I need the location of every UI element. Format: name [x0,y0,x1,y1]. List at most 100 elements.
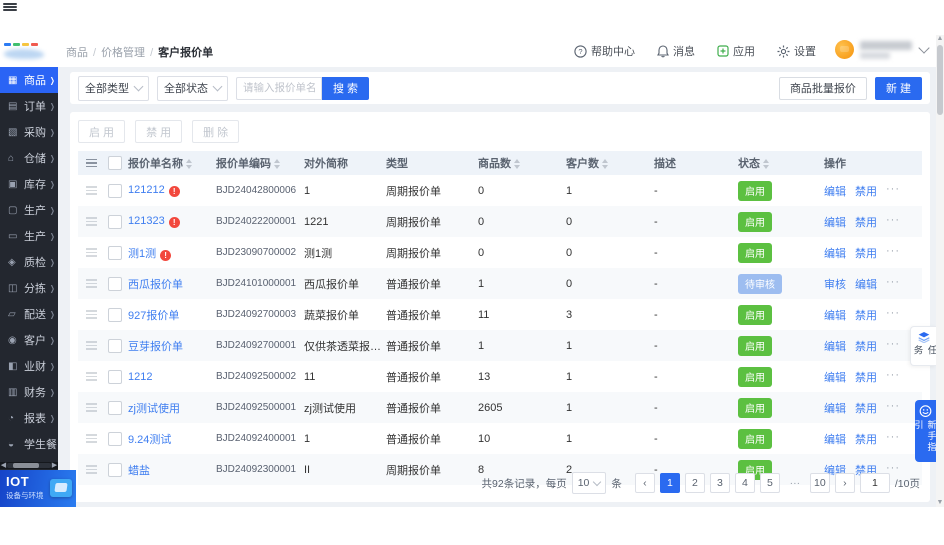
drag-cell[interactable] [78,215,104,228]
create-button[interactable]: 新 建 [874,76,922,100]
scroll-left-icon[interactable]: ◀ [0,462,7,469]
chevron-down-icon[interactable] [918,42,930,54]
sidebar-item-业财[interactable]: ◧ 业财 ❯ [0,353,58,379]
sidebar-item-生产[interactable]: ▢ 生产 ❯ [0,197,58,223]
enable-button[interactable]: 启 用 [78,120,126,143]
more-actions-icon[interactable]: ··· [886,431,900,447]
sidebar-item-报表[interactable]: ◔ 报表 ❯ [0,405,58,431]
sidebar-item-订单[interactable]: ▤ 订单 ❯ [0,93,58,119]
type-filter-select[interactable]: 全部类型 [78,75,149,101]
drag-handle-icon[interactable] [86,217,97,226]
drag-cell[interactable] [78,308,104,321]
more-actions-icon[interactable]: ··· [886,307,900,323]
more-actions-icon[interactable]: ··· [886,214,900,230]
task-float-tab[interactable]: 任务 [910,326,937,366]
action-编辑[interactable]: 编辑 [824,369,846,385]
more-actions-icon[interactable]: ··· [886,369,900,385]
sort-icon[interactable] [763,159,769,169]
sidebar-item-配送[interactable]: ▱ 配送 ❯ [0,301,58,327]
sidebar-item-仓储[interactable]: ⌂ 仓储 ❯ [0,145,58,171]
sidebar-item-学生餐[interactable]: ◒学生餐❯ [0,431,58,457]
sidebar-item-质检[interactable]: ◈ 质检 ❯ [0,249,58,275]
quotation-name-link[interactable]: 121212 [128,184,165,196]
drag-cell[interactable] [78,184,104,197]
quotation-name-link[interactable]: 927报价单 [128,310,179,322]
page-button-5[interactable]: 5 [759,473,780,493]
page-button-4[interactable]: 4 [734,473,755,493]
sort-icon[interactable] [186,159,192,169]
drag-cell[interactable] [78,339,104,352]
disable-button[interactable]: 禁 用 [135,120,183,143]
page-button-3[interactable]: 3 [709,473,730,493]
action-禁用[interactable]: 禁用 [855,369,877,385]
sidebar-item-库存[interactable]: ▣ 库存 ❯ [0,171,58,197]
sidebar-item-财务[interactable]: ▥ 财务 ❯ [0,379,58,405]
browser-menu-icon[interactable] [3,2,17,12]
row-checkbox[interactable] [108,369,122,384]
page-jump-input[interactable] [859,473,890,493]
user-zone[interactable] [835,40,930,59]
row-checkbox[interactable] [108,245,122,260]
page-button-1[interactable]: 1 [659,473,680,493]
topnav-settings[interactable]: 设置 [777,43,816,59]
drag-handle-icon[interactable] [86,186,97,195]
action-编辑[interactable]: 编辑 [824,245,846,261]
drag-handle-icon[interactable] [86,279,97,288]
drag-handle-icon[interactable] [86,310,97,319]
drag-handle-icon[interactable] [86,465,97,474]
search-input[interactable] [236,76,322,100]
row-checkbox[interactable] [108,431,122,446]
action-编辑[interactable]: 编辑 [824,183,846,199]
row-checkbox[interactable] [108,400,122,415]
breadcrumb-item[interactable]: 商品 [66,47,88,59]
breadcrumb-item[interactable]: 价格管理 [101,47,145,59]
action-禁用[interactable]: 禁用 [855,338,877,354]
delete-button[interactable]: 删 除 [192,120,240,143]
quotation-name-link[interactable]: 1212 [128,371,152,383]
topnav-help[interactable]: ? 帮助中心 [574,43,635,59]
search-button[interactable]: 搜 索 [322,76,370,100]
row-checkbox[interactable] [108,307,122,322]
quotation-name-link[interactable]: 蜡盐 [128,465,150,477]
batch-quote-button[interactable]: 商品批量报价 [778,76,867,100]
more-actions-icon[interactable]: ··· [886,276,900,292]
action-编辑[interactable]: 编辑 [824,338,846,354]
drag-handle-icon[interactable] [86,434,97,443]
action-编辑[interactable]: 编辑 [855,276,877,292]
scroll-up-icon[interactable]: ▲ [936,35,944,43]
quotation-name-link[interactable]: 豆芽报价单 [128,341,183,353]
scrollbar-thumb[interactable] [13,463,39,468]
action-禁用[interactable]: 禁用 [855,400,877,416]
scroll-right-icon[interactable]: ▶ [51,462,58,469]
action-禁用[interactable]: 禁用 [855,214,877,230]
sort-icon[interactable] [274,159,280,169]
drag-cell[interactable] [78,432,104,445]
page-vscrollbar[interactable]: ▲ ▼ [936,35,944,507]
row-checkbox[interactable] [108,276,122,291]
next-page-button[interactable]: › [834,473,855,493]
scroll-down-icon[interactable]: ▼ [936,499,944,507]
more-actions-icon[interactable]: ··· [886,400,900,416]
quotation-name-link[interactable]: 测1测 [128,248,156,260]
sort-icon[interactable] [602,159,608,169]
status-filter-select[interactable]: 全部状态 [157,75,228,101]
action-编辑[interactable]: 编辑 [824,307,846,323]
action-编辑[interactable]: 编辑 [824,214,846,230]
row-checkbox[interactable] [108,338,122,353]
drag-handle-icon[interactable] [86,341,97,350]
more-actions-icon[interactable]: ··· [886,245,900,261]
quotation-name-link[interactable]: zj测试使用 [128,403,180,415]
guide-float-tab[interactable]: 新手指引 [914,400,937,462]
drag-cell[interactable] [78,370,104,383]
action-禁用[interactable]: 禁用 [855,183,877,199]
action-编辑[interactable]: 编辑 [824,431,846,447]
drag-handle-icon[interactable] [86,248,97,257]
sidebar-item-商品[interactable]: ▦ 商品 ❯ [0,67,58,93]
more-actions-icon[interactable]: ··· [886,338,900,354]
iot-panel[interactable]: IOT 设备与环境 [0,470,76,507]
quotation-name-link[interactable]: 9.24测试 [128,434,171,446]
drag-cell[interactable] [78,277,104,290]
sidebar-item-采购[interactable]: ▧ 采购 ❯ [0,119,58,145]
action-编辑[interactable]: 编辑 [824,400,846,416]
action-审核[interactable]: 审核 [824,276,846,292]
